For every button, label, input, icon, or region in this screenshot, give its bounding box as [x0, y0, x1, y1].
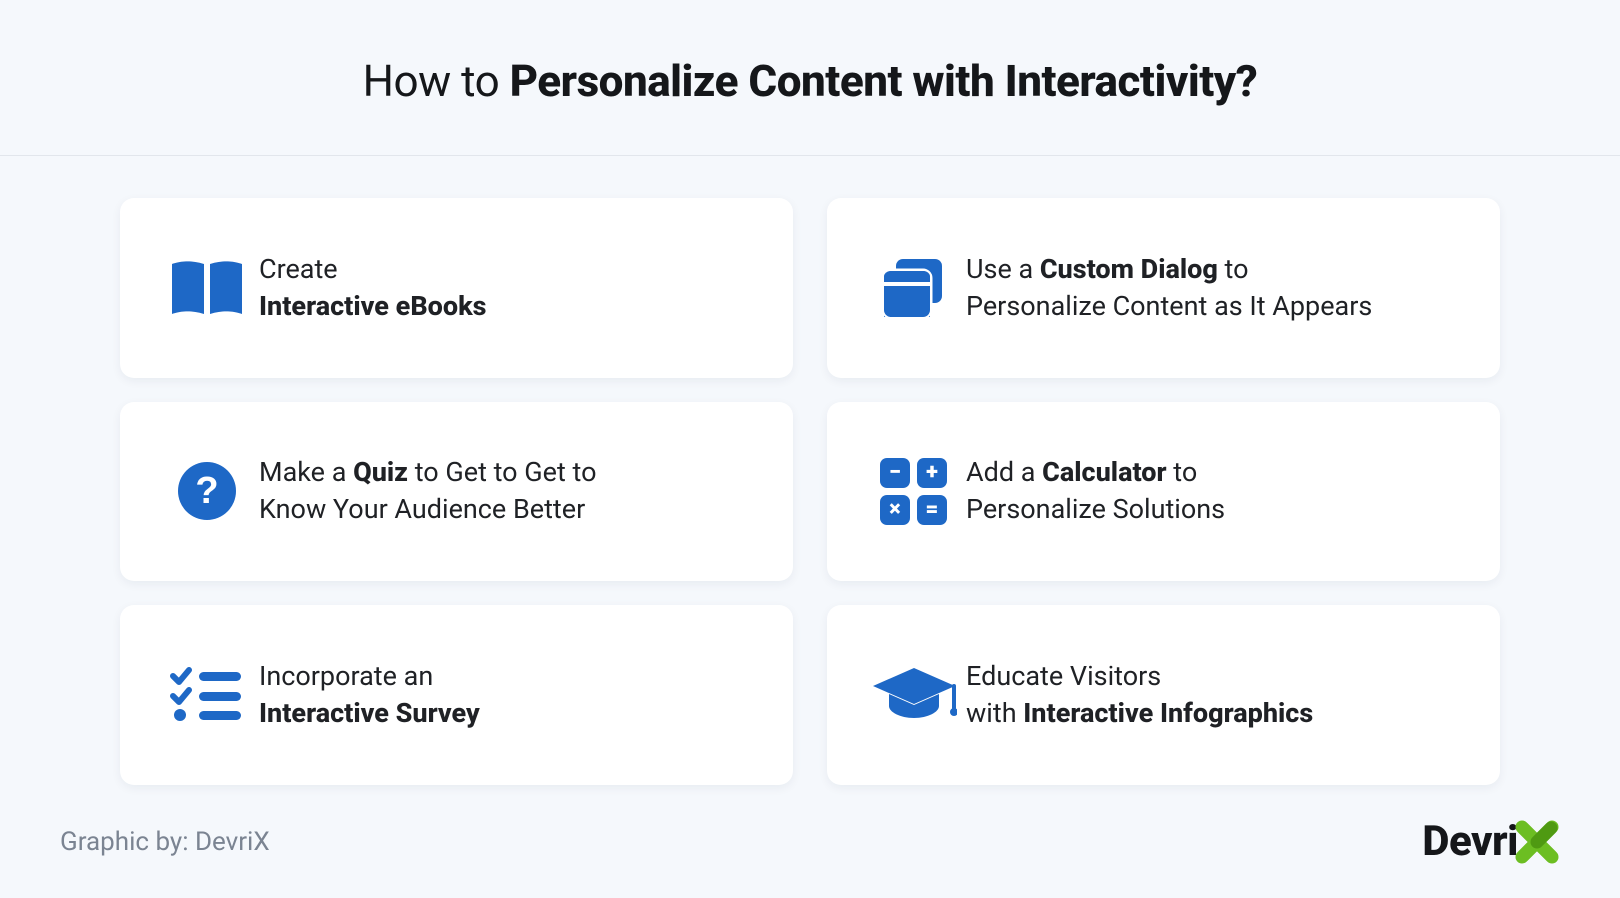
card-text: Use a Custom Dialog to Personalize Conte…	[966, 251, 1372, 326]
brand-x-icon	[1514, 819, 1560, 865]
card-text: Educate Visitors with Interactive Infogr…	[966, 658, 1313, 733]
card-text: Create Interactive eBooks	[259, 251, 487, 326]
card-survey: Incorporate an Interactive Survey	[120, 605, 793, 785]
card-ebooks: Create Interactive eBooks	[120, 198, 793, 378]
l1-suffix: to	[1218, 253, 1249, 285]
l1-prefix: Add a	[966, 456, 1042, 488]
calculator-icon: − + × =	[861, 458, 966, 525]
l2: Personalize Solutions	[966, 493, 1225, 525]
l1-bold: Custom Dialog	[1040, 253, 1218, 285]
calc-plus: +	[917, 458, 947, 488]
page-footer: Graphic by: DevriX Devri	[0, 807, 1620, 898]
brand-logo: Devri	[1422, 817, 1560, 866]
infographic-page: How to Personalize Content with Interact…	[0, 0, 1620, 898]
brand-text: Devri	[1422, 817, 1518, 866]
l2-prefix: with	[966, 697, 1023, 729]
line1: Create	[259, 253, 338, 285]
l2: Personalize Content as It Appears	[966, 290, 1372, 322]
graduation-cap-icon	[861, 664, 966, 726]
l2: Know Your Audience Better	[259, 493, 585, 525]
l2-bold: Interactive Survey	[259, 697, 480, 729]
title-bold: Personalize Content with Interactivity?	[510, 55, 1258, 107]
l1-bold: Calculator	[1042, 456, 1166, 488]
question-circle-icon: ?	[154, 460, 259, 522]
card-calculator: − + × = Add a Calculator to Personalize …	[827, 402, 1500, 582]
l1-suffix: to	[1167, 456, 1198, 488]
card-text: Add a Calculator to Personalize Solution…	[966, 454, 1225, 529]
svg-text:?: ?	[195, 470, 218, 512]
page-title: How to Personalize Content with Interact…	[20, 55, 1600, 107]
l1-prefix: Use a	[966, 253, 1040, 285]
calc-equals: =	[917, 495, 947, 525]
cards-grid: Create Interactive eBooks	[0, 156, 1620, 807]
l1-bold: Quiz	[353, 456, 408, 488]
l1: Incorporate an	[259, 660, 433, 692]
title-prefix: How to	[363, 55, 510, 107]
l1-prefix: Make a	[259, 456, 353, 488]
line2-bold: Interactive eBooks	[259, 290, 487, 322]
card-text: Make a Quiz to Get to Get to Know Your A…	[259, 454, 597, 529]
card-text: Incorporate an Interactive Survey	[259, 658, 480, 733]
calc-minus: −	[880, 458, 910, 488]
l1-suffix: to Get to Get to	[408, 456, 596, 488]
card-infographics: Educate Visitors with Interactive Infogr…	[827, 605, 1500, 785]
book-open-icon	[154, 258, 259, 318]
card-quiz: ? Make a Quiz to Get to Get to Know Your…	[120, 402, 793, 582]
survey-list-icon	[154, 666, 259, 724]
l2-bold: Interactive Infographics	[1023, 697, 1313, 729]
l1: Educate Visitors	[966, 660, 1161, 692]
calc-times: ×	[880, 495, 910, 525]
graphic-credit: Graphic by: DevriX	[60, 827, 270, 857]
page-header: How to Personalize Content with Interact…	[0, 0, 1620, 156]
card-custom-dialog: Use a Custom Dialog to Personalize Conte…	[827, 198, 1500, 378]
dialog-stack-icon	[861, 255, 966, 321]
